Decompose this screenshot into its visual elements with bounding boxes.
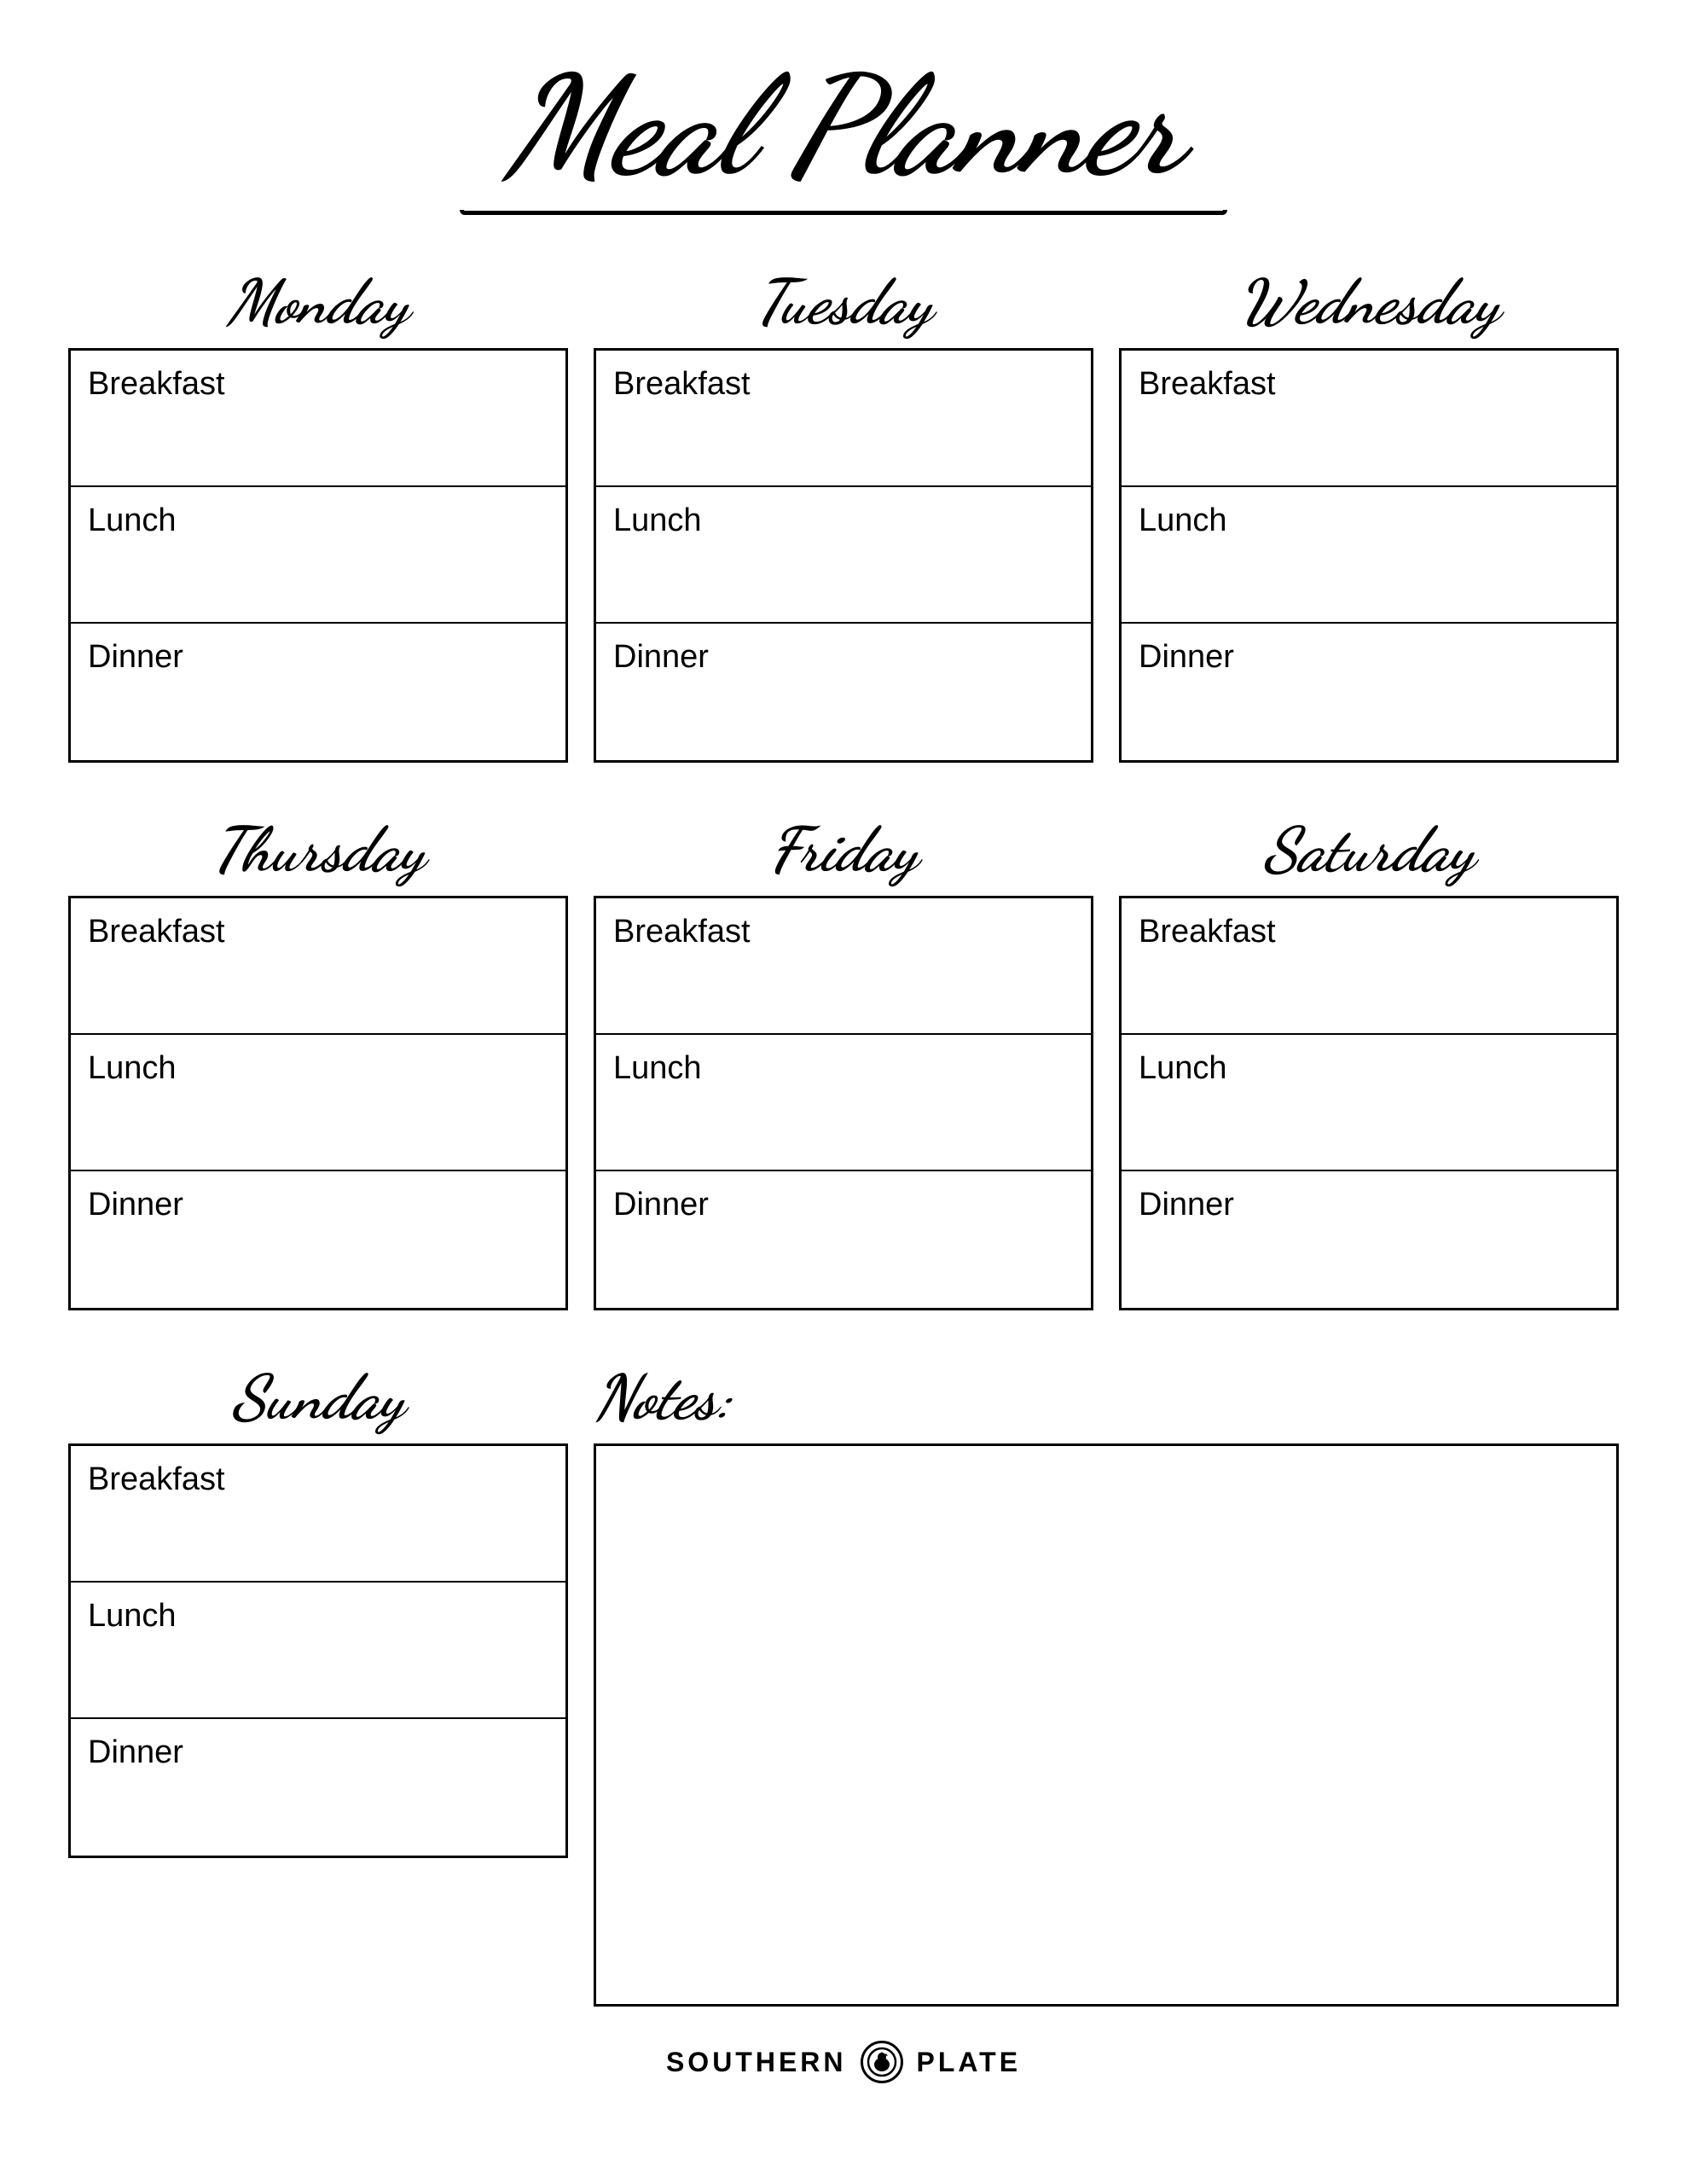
wednesday-meals: Breakfast Lunch Dinner: [1119, 348, 1619, 763]
thursday-dinner-label: Dinner: [88, 1187, 548, 1223]
friday-dinner-label: Dinner: [613, 1187, 1074, 1223]
thursday-lunch-label: Lunch: [88, 1050, 548, 1087]
friday-label: Friday: [594, 814, 1093, 887]
title-underline: [460, 210, 1227, 215]
wednesday-dinner[interactable]: Dinner: [1122, 624, 1616, 760]
saturday-lunch-label: Lunch: [1139, 1050, 1599, 1087]
notes-label: Notes:: [594, 1362, 1619, 1435]
tuesday-lunch[interactable]: Lunch: [596, 487, 1091, 624]
sunday-block: Sunday Breakfast Lunch Dinner: [68, 1362, 568, 1858]
friday-block: Friday Breakfast Lunch Dinner: [594, 814, 1093, 1310]
tuesday-lunch-label: Lunch: [613, 502, 1074, 539]
thursday-breakfast[interactable]: Breakfast: [71, 898, 565, 1035]
planner-grid: Monday Breakfast Lunch Dinner Tuesday Br…: [68, 266, 1619, 2007]
sunday-meals: Breakfast Lunch Dinner: [68, 1443, 568, 1858]
tuesday-breakfast-label: Breakfast: [613, 366, 1074, 403]
friday-meals: Breakfast Lunch Dinner: [594, 896, 1093, 1310]
saturday-meals: Breakfast Lunch Dinner: [1119, 896, 1619, 1310]
saturday-block: Saturday Breakfast Lunch Dinner: [1119, 814, 1619, 1310]
tuesday-block: Tuesday Breakfast Lunch Dinner: [594, 266, 1093, 763]
friday-lunch[interactable]: Lunch: [596, 1035, 1091, 1171]
tuesday-meals: Breakfast Lunch Dinner: [594, 348, 1093, 763]
friday-dinner[interactable]: Dinner: [596, 1171, 1091, 1308]
notes-box[interactable]: [594, 1443, 1619, 2007]
friday-breakfast-label: Breakfast: [613, 914, 1074, 950]
tuesday-breakfast[interactable]: Breakfast: [596, 351, 1091, 487]
monday-lunch[interactable]: Lunch: [71, 487, 565, 624]
wednesday-lunch[interactable]: Lunch: [1122, 487, 1616, 624]
sunday-breakfast[interactable]: Breakfast: [71, 1446, 565, 1583]
page-title: Meal Planner: [505, 51, 1182, 201]
monday-lunch-label: Lunch: [88, 502, 548, 539]
sunday-lunch-label: Lunch: [88, 1598, 548, 1635]
saturday-dinner-label: Dinner: [1139, 1187, 1599, 1223]
saturday-breakfast[interactable]: Breakfast: [1122, 898, 1616, 1035]
thursday-label: Thursday: [68, 814, 568, 887]
saturday-lunch[interactable]: Lunch: [1122, 1035, 1616, 1171]
wednesday-label: Wednesday: [1119, 266, 1619, 340]
bottom-row: Sunday Breakfast Lunch Dinner Notes:: [68, 1362, 1619, 2007]
wednesday-lunch-label: Lunch: [1139, 502, 1599, 539]
sunday-breakfast-label: Breakfast: [88, 1461, 548, 1498]
saturday-label: Saturday: [1119, 814, 1619, 887]
sunday-label: Sunday: [68, 1362, 568, 1435]
thursday-meals: Breakfast Lunch Dinner: [68, 896, 568, 1310]
sunday-dinner[interactable]: Dinner: [71, 1719, 565, 1856]
week-row-1: Monday Breakfast Lunch Dinner Tuesday Br…: [68, 266, 1619, 763]
footer: SOUTHERN PLATE: [666, 2041, 1021, 2083]
monday-dinner[interactable]: Dinner: [71, 624, 565, 760]
notes-block: Notes:: [594, 1362, 1619, 2007]
chicken-icon: [866, 2046, 898, 2078]
tuesday-label: Tuesday: [594, 266, 1093, 340]
wednesday-breakfast[interactable]: Breakfast: [1122, 351, 1616, 487]
monday-label: Monday: [68, 266, 568, 340]
saturday-breakfast-label: Breakfast: [1139, 914, 1599, 950]
friday-lunch-label: Lunch: [613, 1050, 1074, 1087]
wednesday-block: Wednesday Breakfast Lunch Dinner: [1119, 266, 1619, 763]
monday-breakfast[interactable]: Breakfast: [71, 351, 565, 487]
sunday-lunch[interactable]: Lunch: [71, 1583, 565, 1719]
monday-meals: Breakfast Lunch Dinner: [68, 348, 568, 763]
saturday-dinner[interactable]: Dinner: [1122, 1171, 1616, 1308]
wednesday-dinner-label: Dinner: [1139, 639, 1599, 676]
thursday-lunch[interactable]: Lunch: [71, 1035, 565, 1171]
week-row-2: Thursday Breakfast Lunch Dinner Friday B…: [68, 814, 1619, 1310]
thursday-breakfast-label: Breakfast: [88, 914, 548, 950]
monday-breakfast-label: Breakfast: [88, 366, 548, 403]
footer-text-right: PLATE: [917, 2047, 1022, 2078]
thursday-dinner[interactable]: Dinner: [71, 1171, 565, 1308]
footer-text-left: SOUTHERN: [666, 2047, 847, 2078]
footer-logo: [861, 2041, 903, 2083]
friday-breakfast[interactable]: Breakfast: [596, 898, 1091, 1035]
monday-block: Monday Breakfast Lunch Dinner: [68, 266, 568, 763]
tuesday-dinner[interactable]: Dinner: [596, 624, 1091, 760]
sunday-dinner-label: Dinner: [88, 1734, 548, 1771]
monday-dinner-label: Dinner: [88, 639, 548, 676]
tuesday-dinner-label: Dinner: [613, 639, 1074, 676]
wednesday-breakfast-label: Breakfast: [1139, 366, 1599, 403]
thursday-block: Thursday Breakfast Lunch Dinner: [68, 814, 568, 1310]
